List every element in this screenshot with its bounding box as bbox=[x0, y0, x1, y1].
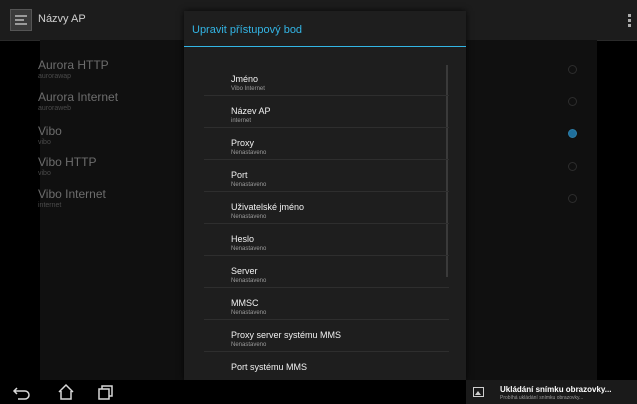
pref-summary: Nenastaveno bbox=[231, 310, 267, 316]
image-icon bbox=[473, 387, 484, 397]
pref-summary: Nenastaveno bbox=[231, 278, 267, 284]
app-settings-icon[interactable] bbox=[10, 9, 32, 31]
pref-apn[interactable]: Název AP internet bbox=[204, 97, 449, 128]
pref-title: Uživatelské jméno bbox=[231, 202, 305, 212]
back-icon[interactable] bbox=[12, 383, 32, 401]
pref-mmsc[interactable]: MMSC Nenastaveno bbox=[204, 289, 449, 320]
recent-apps-icon[interactable] bbox=[96, 383, 116, 401]
pref-summary: Nenastaveno bbox=[231, 214, 267, 220]
apn-radio-vibo-http[interactable] bbox=[568, 162, 577, 171]
apn-radio-aurora-http[interactable] bbox=[568, 65, 577, 74]
pref-proxy[interactable]: Proxy Nenastaveno bbox=[204, 129, 449, 160]
pref-title: Port bbox=[231, 170, 248, 180]
pref-title: MMSC bbox=[231, 298, 259, 308]
pref-summary: internet bbox=[231, 118, 252, 124]
notification-subtitle: Probíhá ukládání snímku obrazovky... bbox=[500, 395, 584, 401]
dialog-title: Upravit přístupový bod bbox=[192, 24, 303, 36]
pref-title: Proxy bbox=[231, 138, 255, 148]
system-bar: Ukládání snímku obrazovky... Probíhá ukl… bbox=[0, 380, 637, 404]
notification-title: Ukládání snímku obrazovky... bbox=[500, 385, 612, 394]
page-title: Názvy AP bbox=[38, 13, 86, 25]
edit-apn-dialog: Upravit přístupový bod Jméno Vibo Intern… bbox=[184, 11, 466, 380]
dialog-header: Upravit přístupový bod bbox=[184, 11, 466, 47]
screenshot-notification[interactable]: Ukládání snímku obrazovky... Probíhá ukl… bbox=[466, 380, 637, 404]
pref-summary: Vibo Internet bbox=[231, 86, 265, 92]
apn-radio-vibo-internet[interactable] bbox=[568, 194, 577, 203]
overflow-menu-icon[interactable] bbox=[628, 14, 631, 28]
pref-mms-proxy[interactable]: Proxy server systému MMS Nenastaveno bbox=[204, 321, 449, 352]
pref-summary: Nenastaveno bbox=[231, 182, 267, 188]
pref-summary: Nenastaveno bbox=[231, 246, 267, 252]
pref-title: Jméno bbox=[231, 74, 259, 84]
home-icon[interactable] bbox=[56, 383, 76, 401]
pref-port[interactable]: Port Nenastaveno bbox=[204, 161, 449, 192]
pref-password[interactable]: Heslo Nenastaveno bbox=[204, 225, 449, 256]
pref-username[interactable]: Uživatelské jméno Nenastaveno bbox=[204, 193, 449, 224]
pref-title: Heslo bbox=[231, 234, 255, 244]
dialog-preference-list: Jméno Vibo Internet Název AP internet Pr… bbox=[184, 47, 466, 380]
pref-title: Název AP bbox=[231, 106, 271, 116]
apn-radio-vibo[interactable] bbox=[568, 129, 577, 138]
pref-title: Server bbox=[231, 266, 258, 276]
apn-radio-aurora-internet[interactable] bbox=[568, 97, 577, 106]
pref-summary: Nenastaveno bbox=[231, 150, 267, 156]
pref-summary: Nenastaveno bbox=[231, 342, 267, 348]
pref-mms-port[interactable]: Port systému MMS bbox=[204, 353, 449, 380]
pref-name[interactable]: Jméno Vibo Internet bbox=[204, 65, 449, 96]
pref-server[interactable]: Server Nenastaveno bbox=[204, 257, 449, 288]
pref-title: Port systému MMS bbox=[231, 362, 308, 372]
pref-title: Proxy server systému MMS bbox=[231, 330, 342, 340]
